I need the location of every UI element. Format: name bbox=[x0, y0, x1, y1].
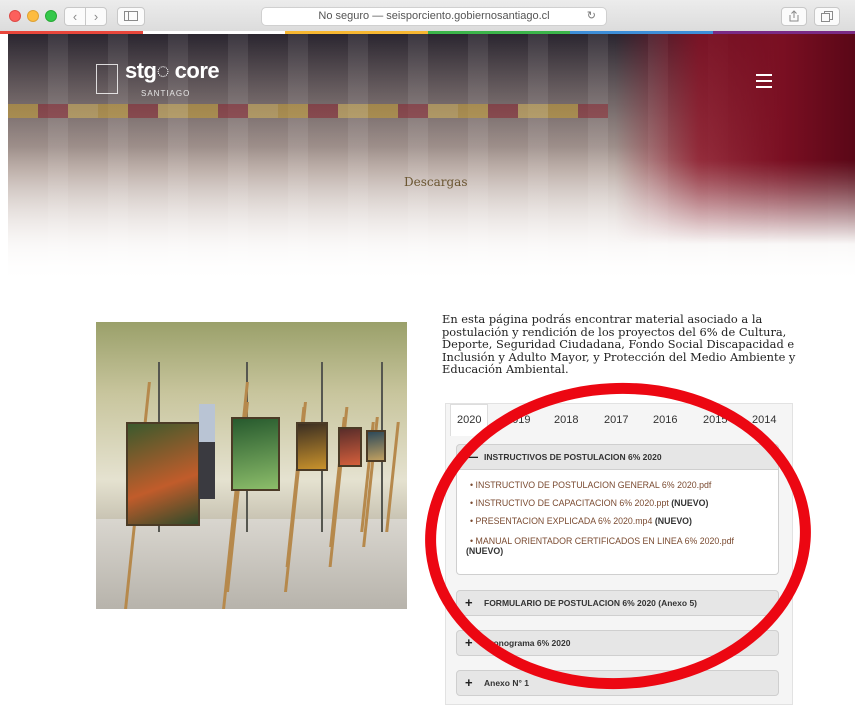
person-figure bbox=[199, 404, 215, 499]
accordion-formulario[interactable]: + FORMULARIO DE POSTULACION 6% 2020 (Ane… bbox=[456, 590, 779, 616]
zoom-traffic-light-icon[interactable] bbox=[45, 10, 57, 22]
new-badge: (NUEVO) bbox=[654, 516, 692, 526]
site-logo[interactable]: stg◌ core bbox=[125, 58, 220, 84]
tab-2014[interactable]: 2014 bbox=[752, 414, 776, 426]
collapse-icon: — bbox=[465, 449, 478, 464]
gobierno-logo-icon[interactable] bbox=[96, 64, 118, 94]
download-link-text: • INSTRUCTIVO DE CAPACITACION 6% 2020.pp… bbox=[470, 498, 669, 508]
hero-curtain bbox=[615, 34, 855, 244]
expand-icon: + bbox=[465, 675, 473, 690]
download-link[interactable]: • INSTRUCTIVO DE CAPACITACION 6% 2020.pp… bbox=[470, 498, 709, 509]
accordion-title: Cronograma 6% 2020 bbox=[484, 638, 571, 648]
download-link-text: • INSTRUCTIVO DE POSTULACION GENERAL 6% … bbox=[470, 480, 712, 490]
reload-icon[interactable]: ↻ bbox=[587, 8, 596, 25]
accordion-title: Anexo N° 1 bbox=[484, 678, 529, 688]
back-icon[interactable]: ‹ bbox=[64, 7, 86, 26]
tabs-icon[interactable] bbox=[814, 7, 840, 26]
expand-icon: + bbox=[465, 595, 473, 610]
browser-toolbar: ‹ › No seguro — seisporciento.gobiernosa… bbox=[0, 0, 855, 32]
tab-2020[interactable]: 2020 bbox=[450, 404, 489, 436]
tab-2018[interactable]: 2018 bbox=[554, 414, 578, 426]
address-host: seisporciento.gobiernosantiago.cl bbox=[386, 10, 550, 22]
download-link[interactable]: • MANUAL ORIENTADOR CERTIFICADOS EN LINE… bbox=[466, 536, 770, 556]
tab-2019[interactable]: 2019 bbox=[506, 414, 530, 426]
close-traffic-light-icon[interactable] bbox=[9, 10, 21, 22]
accordion-title: FORMULARIO DE POSTULACION 6% 2020 (Anexo… bbox=[484, 598, 698, 608]
tab-2015[interactable]: 2015 bbox=[703, 414, 727, 426]
accordion-title: INSTRUCTIVOS DE POSTULACION 6% 2020 bbox=[484, 452, 662, 462]
page-title: Descargas bbox=[404, 175, 468, 189]
accordion-cronograma[interactable]: + Cronograma 6% 2020 bbox=[456, 630, 779, 656]
site-logo-sub: SANTIAGO bbox=[141, 89, 191, 98]
hero-stands bbox=[8, 104, 608, 118]
share-icon[interactable] bbox=[781, 7, 807, 26]
accordion-anexo-1[interactable]: + Anexo N° 1 bbox=[456, 670, 779, 696]
accordion-instructivos[interactable]: — INSTRUCTIVOS DE POSTULACION 6% 2020 bbox=[456, 444, 779, 470]
sidebar-icon[interactable] bbox=[117, 7, 145, 26]
new-badge: (NUEVO) bbox=[671, 498, 709, 508]
accordion-content: • INSTRUCTIVO DE POSTULACION GENERAL 6% … bbox=[456, 470, 779, 575]
gallery-photo bbox=[96, 322, 407, 609]
address-bar[interactable]: No seguro — seisporciento.gobiernosantia… bbox=[261, 7, 607, 26]
year-tabs: 2020 2019 2018 2017 2016 2015 2014 bbox=[446, 404, 792, 436]
download-link-text: • MANUAL ORIENTADOR CERTIFICADOS EN LINE… bbox=[470, 536, 734, 546]
hero-banner: stg◌ core SANTIAGO Descargas bbox=[8, 34, 855, 284]
menu-icon[interactable] bbox=[756, 74, 772, 92]
security-label: No seguro bbox=[318, 10, 370, 22]
download-link-text: • PRESENTACION EXPLICADA 6% 2020.mp4 bbox=[470, 516, 653, 526]
tab-2016[interactable]: 2016 bbox=[653, 414, 677, 426]
new-badge: (NUEVO) bbox=[466, 545, 504, 556]
address-separator: — bbox=[369, 10, 387, 22]
intro-text: En esta página podrás encontrar material… bbox=[442, 312, 796, 376]
minimize-traffic-light-icon[interactable] bbox=[27, 10, 39, 22]
download-link[interactable]: • INSTRUCTIVO DE POSTULACION GENERAL 6% … bbox=[470, 480, 712, 491]
download-link[interactable]: • PRESENTACION EXPLICADA 6% 2020.mp4 (NU… bbox=[470, 516, 692, 527]
expand-icon: + bbox=[465, 635, 473, 650]
forward-icon[interactable]: › bbox=[85, 7, 107, 26]
tab-2017[interactable]: 2017 bbox=[604, 414, 628, 426]
